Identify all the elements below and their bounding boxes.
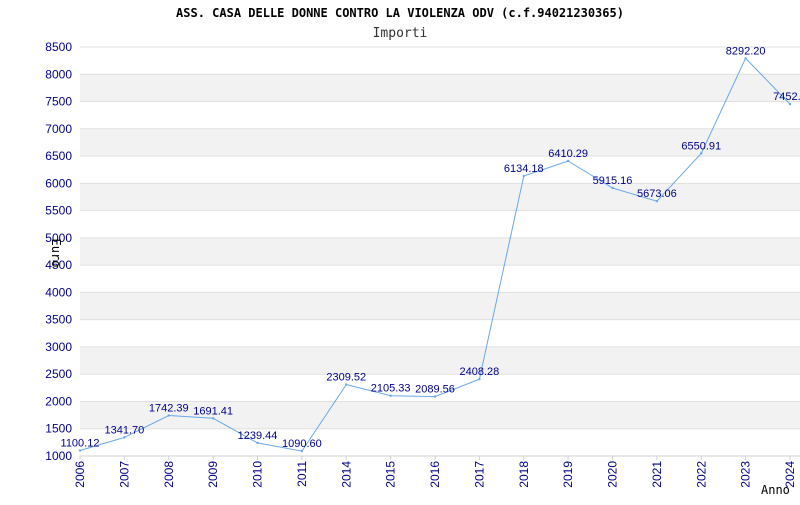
- data-label: 1742.39: [149, 403, 189, 415]
- x-axis-ticks: 2006 2007 2008 2009 2010 2011 2014 2015 2016 2017…: [73, 456, 797, 488]
- data-label: 2105.33: [371, 383, 411, 395]
- data-label: 1691.41: [193, 405, 233, 417]
- data-label: 2089.56: [415, 384, 455, 396]
- grid-band: [80, 183, 800, 211]
- data-point: [566, 159, 570, 163]
- data-label: 1341.70: [104, 424, 144, 436]
- y-tick-label: 5500: [45, 204, 72, 218]
- x-tick-label: 2015: [384, 461, 398, 488]
- data-point: [300, 449, 304, 453]
- data-label: 6550.91: [681, 140, 721, 152]
- x-tick-label: 2008: [162, 461, 176, 488]
- line-chart-svg: ASS. CASA DELLE DONNE CONTRO LA VIOLENZA…: [45, 6, 800, 497]
- data-label: 6410.29: [548, 148, 588, 160]
- x-tick-label: 2017: [472, 461, 486, 488]
- x-tick-label: 2010: [251, 461, 265, 488]
- x-tick-label: 2023: [739, 461, 753, 488]
- y-tick-label: 3500: [45, 313, 72, 327]
- data-label: 5915.16: [593, 175, 633, 187]
- data-point: [700, 152, 703, 155]
- x-tick-label: 2019: [561, 461, 575, 488]
- data-label: 1239.44: [238, 430, 278, 442]
- data-label: 2408.28: [459, 366, 499, 378]
- y-tick-label: 8000: [45, 67, 72, 81]
- data-point: [744, 57, 747, 60]
- grid-bands: [80, 74, 800, 429]
- data-point: [123, 436, 126, 439]
- x-tick-label: 2018: [517, 461, 531, 488]
- chart-title: ASS. CASA DELLE DONNE CONTRO LA VIOLENZA…: [176, 6, 624, 20]
- data-label: 7452.8: [773, 91, 800, 103]
- data-point: [611, 186, 614, 190]
- data-point: [655, 199, 659, 203]
- data-point: [345, 383, 348, 386]
- data-point: [522, 174, 525, 178]
- data-point: [389, 394, 392, 397]
- y-axis-label: Euro: [49, 239, 63, 268]
- y-tick-label: 6000: [45, 176, 72, 190]
- data-label: 2309.52: [326, 372, 366, 384]
- x-tick-label: 2009: [206, 461, 220, 488]
- data-point: [167, 414, 170, 417]
- y-tick-label: 6500: [45, 149, 72, 163]
- grid-band: [80, 346, 800, 375]
- y-tick-label: 2000: [45, 394, 72, 408]
- x-tick-label: 2007: [117, 461, 131, 488]
- grid-band: [80, 237, 800, 266]
- y-tick-label: 8500: [45, 40, 72, 54]
- chart-subtitle: Importi: [373, 26, 428, 41]
- chart: ASS. CASA DELLE DONNE CONTRO LA VIOLENZA…: [0, 0, 800, 500]
- data-point: [433, 395, 437, 398]
- x-tick-label: 2016: [428, 461, 442, 488]
- y-tick-label: 4000: [45, 285, 72, 299]
- x-tick-label: 2021: [650, 461, 664, 488]
- data-point: [256, 441, 259, 445]
- data-point: [788, 102, 792, 106]
- grid-band: [80, 292, 800, 320]
- y-tick-label: 1500: [45, 422, 72, 436]
- data-label: 5673.06: [637, 188, 677, 200]
- y-tick-label: 2500: [45, 367, 72, 381]
- data-point: [78, 449, 82, 452]
- x-tick-label: 2020: [606, 461, 620, 488]
- y-tick-label: 1000: [45, 449, 72, 463]
- data-label: 1100.12: [61, 438, 100, 450]
- data-point: [211, 417, 215, 420]
- y-tick-label: 7000: [45, 122, 72, 136]
- x-tick-label: 2006: [73, 461, 87, 488]
- x-tick-label: 2011: [295, 461, 309, 487]
- data-label: 1090.60: [282, 438, 322, 450]
- data-point: [478, 378, 481, 381]
- data-label: 6134.18: [504, 163, 544, 175]
- y-tick-label: 7500: [45, 95, 72, 109]
- x-tick-label: 2022: [694, 461, 708, 488]
- x-tick-label: 2014: [339, 461, 353, 488]
- x-axis-label: Anno: [761, 483, 790, 497]
- grid-band: [80, 74, 800, 102]
- data-label: 8292.20: [726, 45, 766, 57]
- y-tick-label: 3000: [45, 340, 72, 354]
